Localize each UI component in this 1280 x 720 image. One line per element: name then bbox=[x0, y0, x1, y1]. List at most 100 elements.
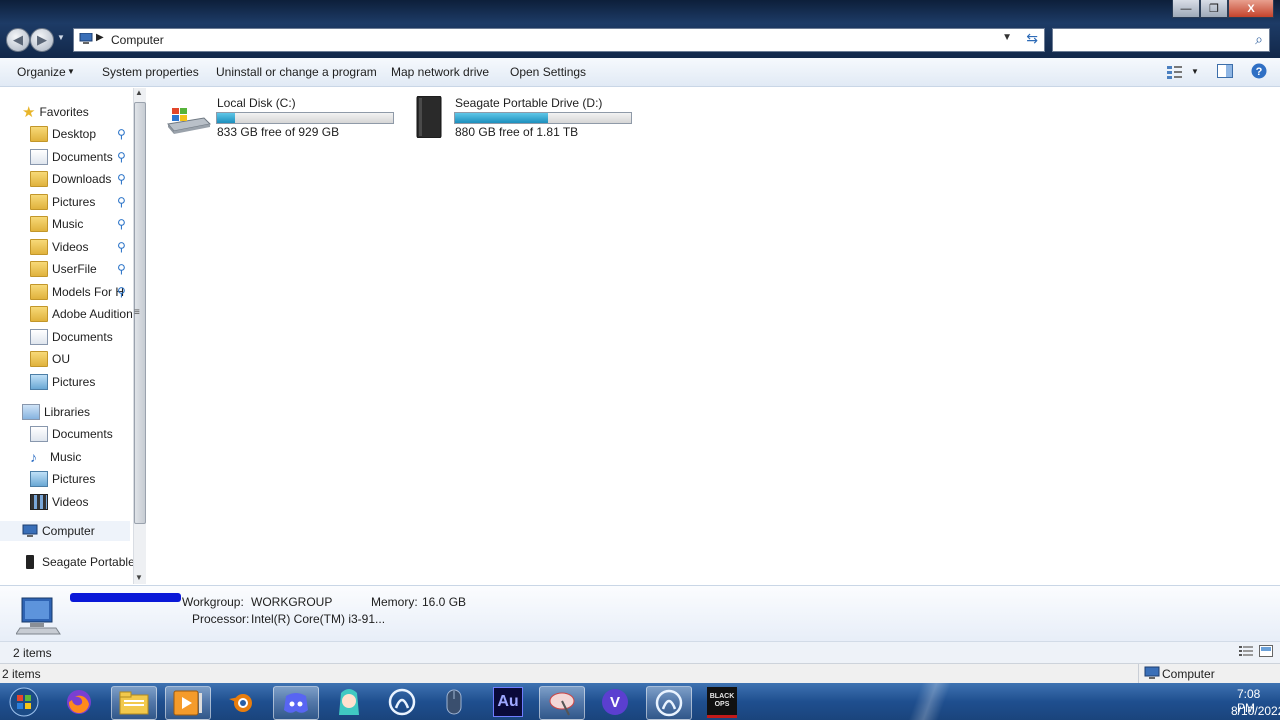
nav-item-adobe-audition[interactable]: Adobe Audition bbox=[30, 304, 133, 324]
pictures-library-icon bbox=[30, 471, 48, 487]
nav-item-pictures-2[interactable]: Pictures bbox=[30, 372, 95, 392]
view-options-icon[interactable] bbox=[1167, 65, 1183, 79]
address-dropdown-icon[interactable]: ▼ bbox=[1002, 32, 1012, 43]
v-app-icon: V bbox=[602, 689, 628, 715]
view-dropdown-icon[interactable]: ▼ bbox=[1191, 67, 1199, 76]
nav-item-label: Music bbox=[52, 217, 84, 231]
details-view-icon[interactable] bbox=[1239, 645, 1253, 657]
pictures-folder-icon bbox=[30, 374, 48, 390]
taskbar-network-app[interactable] bbox=[539, 686, 585, 720]
status-bar bbox=[0, 663, 1280, 684]
drive-usage-fill bbox=[217, 113, 235, 123]
anime-avatar-icon bbox=[339, 689, 359, 715]
nav-library-music[interactable]: ♪ Music bbox=[30, 447, 81, 467]
nav-library-videos[interactable]: Videos bbox=[30, 492, 88, 512]
address-bar[interactable]: ▶ Computer ▼ ⇆ bbox=[73, 28, 1045, 52]
nav-computer[interactable]: Computer bbox=[0, 521, 130, 541]
search-input[interactable]: ⌕ bbox=[1052, 28, 1270, 52]
back-button[interactable]: ◀ bbox=[6, 28, 30, 52]
nav-item-documents[interactable]: Documents bbox=[30, 147, 113, 167]
taskbar-v-app[interactable]: V bbox=[593, 686, 637, 718]
minimize-button[interactable]: — bbox=[1172, 0, 1200, 18]
nav-item-label: Pictures bbox=[52, 472, 96, 486]
taskbar-anime-app[interactable] bbox=[327, 686, 371, 718]
start-button[interactable] bbox=[2, 686, 46, 718]
nav-item-ou[interactable]: OU bbox=[30, 349, 70, 369]
pin-icon: ⚲ bbox=[117, 150, 126, 164]
nav-item-videos[interactable]: Videos bbox=[30, 237, 88, 257]
nav-item-userfile[interactable]: UserFile bbox=[30, 259, 97, 279]
forward-button[interactable]: ▶ bbox=[30, 28, 54, 52]
uninstall-program-button[interactable]: Uninstall or change a program bbox=[216, 65, 377, 79]
drive-item-c[interactable]: Local Disk (C:) 833 GB free of 929 GB bbox=[166, 96, 396, 140]
folder-icon bbox=[30, 194, 48, 210]
large-icons-view-icon[interactable] bbox=[1259, 645, 1273, 657]
open-settings-button[interactable]: Open Settings bbox=[510, 65, 586, 79]
taskbar-file-explorer[interactable] bbox=[111, 686, 157, 720]
search-icon[interactable]: ⌕ bbox=[1255, 31, 1263, 48]
preview-pane-icon[interactable] bbox=[1217, 64, 1233, 78]
computer-icon bbox=[22, 524, 38, 537]
close-button[interactable]: X bbox=[1228, 0, 1274, 18]
file-explorer-icon bbox=[119, 691, 149, 715]
workgroup-value: WORKGROUP bbox=[251, 595, 333, 609]
nav-item-label: OU bbox=[52, 352, 70, 366]
taskbar-firefox[interactable] bbox=[57, 686, 101, 718]
processor-label: Processor: bbox=[192, 612, 250, 626]
system-properties-button[interactable]: System properties bbox=[102, 65, 199, 79]
help-icon[interactable]: ? bbox=[1251, 63, 1267, 79]
taskbar-battlenet[interactable] bbox=[380, 686, 424, 718]
nav-item-label: Videos bbox=[52, 495, 89, 509]
nav-item-label: Downloads bbox=[52, 172, 112, 186]
nav-libraries[interactable]: Libraries bbox=[22, 402, 90, 422]
taskbar-battlenet-2[interactable] bbox=[646, 686, 692, 720]
nav-item-models[interactable]: Models For H bbox=[30, 282, 124, 302]
nav-item-pictures[interactable]: Pictures bbox=[30, 192, 95, 212]
chevron-down-icon[interactable]: ▼ bbox=[67, 67, 75, 76]
drive-name: Local Disk (C:) bbox=[217, 96, 296, 110]
scroll-down-icon[interactable]: ▼ bbox=[135, 573, 143, 582]
nav-library-pictures[interactable]: Pictures bbox=[30, 469, 95, 489]
nav-library-documents[interactable]: Documents bbox=[30, 424, 113, 444]
nav-item-label: Desktop bbox=[52, 127, 97, 141]
organize-menu[interactable]: Organize bbox=[17, 65, 66, 79]
maximize-button[interactable]: ❐ bbox=[1200, 0, 1228, 18]
battlenet-icon-2 bbox=[655, 689, 683, 717]
nav-item-desktop[interactable]: Desktop bbox=[30, 124, 96, 144]
nav-favorites[interactable]: ★ Favorites bbox=[22, 102, 89, 122]
nav-item-label: Documents bbox=[52, 150, 113, 164]
breadcrumb-arrow-icon[interactable]: ▶ bbox=[96, 32, 104, 43]
pin-icon: ⚲ bbox=[117, 172, 126, 186]
drive-usage-fill bbox=[455, 113, 549, 123]
taskbar-mouse-app[interactable] bbox=[432, 686, 476, 718]
nav-item-label: Videos bbox=[52, 240, 89, 254]
firefox-icon bbox=[67, 690, 91, 714]
taskbar-black-ops[interactable]: BLACK OPS bbox=[700, 686, 744, 718]
windows-start-icon bbox=[9, 687, 39, 717]
nav-seagate-drive[interactable]: Seagate Portable D bbox=[22, 552, 146, 572]
navigation-pane: ★ Favorites Desktop ⚲ Documents ⚲ Downlo… bbox=[0, 87, 146, 584]
computer-icon bbox=[79, 33, 93, 44]
taskbar-media-player[interactable] bbox=[165, 686, 211, 720]
discord-icon bbox=[284, 693, 308, 713]
recent-pages-chevron-icon[interactable]: ▼ bbox=[57, 33, 65, 42]
taskbar-audition[interactable]: Au bbox=[486, 686, 530, 718]
nav-item-label: Documents bbox=[52, 330, 113, 344]
pin-icon: ⚲ bbox=[117, 127, 126, 141]
nav-item-downloads[interactable]: Downloads bbox=[30, 169, 111, 189]
documents-folder-icon bbox=[30, 149, 48, 165]
nav-item-documents-2[interactable]: Documents bbox=[30, 327, 113, 347]
scroll-up-icon[interactable]: ▲ bbox=[135, 88, 143, 97]
taskbar-discord[interactable] bbox=[273, 686, 319, 720]
nav-item-music[interactable]: Music bbox=[30, 214, 83, 234]
folder-icon bbox=[30, 284, 48, 300]
nav-item-label: Documents bbox=[52, 427, 113, 441]
refresh-icon[interactable]: ⇆ bbox=[1026, 30, 1038, 47]
drive-item-d[interactable]: Seagate Portable Drive (D:) 880 GB free … bbox=[414, 96, 644, 140]
memory-value: 16.0 GB bbox=[422, 595, 467, 609]
breadcrumb-computer[interactable]: Computer bbox=[111, 33, 164, 47]
nav-computer-label: Computer bbox=[42, 524, 95, 538]
clock-date[interactable]: 8/10/2022 bbox=[1231, 704, 1280, 718]
taskbar-blender[interactable] bbox=[219, 686, 263, 718]
map-network-drive-button[interactable]: Map network drive bbox=[391, 65, 489, 79]
